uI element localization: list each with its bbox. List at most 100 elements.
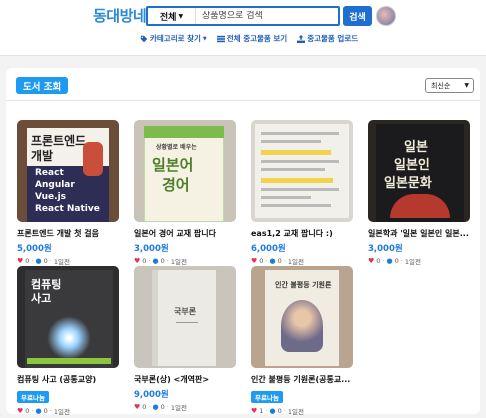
heart-icon: ♥ [17,257,24,265]
product-card[interactable]: eas1,2 교재 팝니다 :) 6,000원 ♥ 0 · ● 0 · 1일전 [251,120,355,266]
comment-count: 0 [394,257,399,265]
user-avatar[interactable] [376,6,396,26]
like-count: 0 [142,257,147,265]
nav-upload[interactable]: 중고물품 업로드 [297,33,358,44]
product-image[interactable]: 프론트엔드 개발 React Angular Vue.js React Nati… [17,120,119,222]
product-card[interactable]: 컴퓨팅 사고 컴퓨팅 사고 (공통교양) 무료나눔 ♥ 0 · ● 0 · 1일… [17,266,121,416]
comment-count: 0 [277,407,282,415]
heart-icon: ♥ [17,407,24,415]
product-title[interactable]: 프론트엔드 개발 첫 걸음 [17,228,121,239]
product-card[interactable]: 일본 일본인 일본문화 일본학과 '일본 일본인 일본... 3,000원 ♥ … [368,120,472,266]
list-icon [216,35,225,42]
product-meta: ♥ 0 · ● 0 · 1일전 [368,256,472,266]
cover-text: 일본어 [152,156,194,174]
posted-time: 1일전 [53,408,70,416]
cover-text: 일본문화 [384,176,432,191]
cover-text: 상황별로 배우는 [156,144,197,151]
product-title[interactable]: eas1,2 교재 팝니다 :) [251,228,355,239]
cover-text: 사고 [31,292,52,305]
heart-icon: ♥ [134,257,141,265]
heart-icon: ♥ [251,407,258,415]
product-title[interactable]: 컴퓨팅 사고 (공통교양) [17,374,121,385]
separator: · [148,257,151,265]
product-image[interactable]: 컴퓨팅 사고 [17,266,119,368]
free-share-badge: 무료나눔 [17,391,49,403]
separator: · [265,257,268,265]
product-image[interactable]: 일본 일본인 일본문화 [368,120,470,222]
product-price: 9,000원 [134,390,169,400]
comment-count: 0 [43,407,48,415]
separator: · [283,257,286,265]
main-nav: 카테고리로 찾기 ▼ 전체 중고물품 보기 중고물품 업로드 [140,33,358,44]
free-share-badge: 무료나눔 [251,391,283,403]
product-meta: ♥ 0 · ● 0 · 1일전 [17,256,121,266]
posted-time: 1일전 [170,404,187,412]
nav-category-label: 카테고리로 찾기 [150,34,201,43]
like-count: 0 [25,407,30,415]
comment-icon: ● [35,407,42,415]
product-meta: ♥ 0 · ● 0 · 1일전 [134,256,238,266]
heart-icon: ♥ [134,403,141,411]
product-card[interactable]: 국부론 국부론(상) <개역판> 9,000원 ♥ 0 · ● 0 · 1일전 [134,266,238,412]
section-title: 도서 조회 [16,77,69,94]
product-card[interactable]: 상황별로 배우는 일본어 경어 일본어 경어 교재 팝니다 3,000원 ♥ 0… [134,120,238,266]
cover-text: 국부론 [174,307,197,316]
comment-count: 0 [160,257,165,265]
nav-category[interactable]: 카테고리로 찾기 ▼ [140,33,207,44]
comment-icon: ● [35,257,42,265]
like-count: 0 [25,257,30,265]
posted-time: 1일전 [287,408,304,416]
sort-select-label: 최신순 [431,81,451,90]
comment-count: 0 [43,257,48,265]
nav-upload-label: 중고물품 업로드 [307,34,359,43]
heart-icon: ♥ [368,257,375,265]
cover-text: 인간 불평등 기원론 [275,281,332,289]
posted-time: 1일전 [170,258,187,266]
site-logo[interactable]: 동대방네 [93,5,147,26]
nav-all-items[interactable]: 전체 중고물품 보기 [216,33,288,44]
top-header: 동대방네 전체 ▼ 검색 카테고리로 찾기 ▼ 전체 중고물품 보기 중고물품 … [0,0,486,56]
separator: · [31,407,34,415]
product-meta: ♥ 0 · ● 0 · 1일전 [251,256,355,266]
separator: · [283,407,286,415]
like-count: 0 [142,403,147,411]
comment-icon: ● [152,403,159,411]
product-image[interactable]: 인간 불평등 기원론 [251,266,353,368]
product-image[interactable]: 국부론 [134,266,236,368]
separator: · [166,403,169,411]
posted-time: 1일전 [287,258,304,266]
like-count: 1 [259,407,264,415]
product-title[interactable]: 국부론(상) <개역판> [134,374,238,385]
like-count: 0 [259,257,264,265]
cover-text: React Native [35,204,100,214]
comment-count: 0 [160,403,165,411]
product-title[interactable]: 일본학과 '일본 일본인 일본... [368,228,472,239]
cover-text: React [35,168,64,178]
comment-icon: ● [152,257,159,265]
product-image[interactable]: 상황별로 배우는 일본어 경어 [134,120,236,222]
separator: · [400,257,403,265]
product-meta: ♥ 0 · ● 0 · 1일전 [134,402,238,412]
search-button[interactable]: 검색 [343,6,372,26]
category-select-label: 전체 [159,12,177,23]
like-count: 0 [376,257,381,265]
comment-icon: ● [269,407,276,415]
cover-text: 경어 [162,176,190,194]
product-price: 6,000원 [251,244,286,254]
posted-time: 1일전 [404,258,421,266]
comment-icon: ● [386,257,393,265]
search-input[interactable] [196,11,338,21]
comment-icon: ● [269,257,276,265]
cover-text: 일본 [404,140,428,155]
product-title[interactable]: 인간 불평등 기원론(공통교... [251,374,355,385]
divider [6,100,480,101]
sort-select[interactable]: 최신순 ▼ [425,78,474,93]
posted-time: 1일전 [53,258,70,266]
nav-all-items-label: 전체 중고물품 보기 [226,34,288,43]
product-card[interactable]: 인간 불평등 기원론 인간 불평등 기원론(공통교... 무료나눔 ♥ 1 · … [251,266,355,416]
category-select[interactable]: 전체 ▼ [148,8,196,24]
product-card[interactable]: 프론트엔드 개발 React Angular Vue.js React Nati… [17,120,121,266]
product-image[interactable] [251,120,353,222]
product-price: 3,000원 [134,244,169,254]
product-title[interactable]: 일본어 경어 교재 팝니다 [134,228,238,239]
